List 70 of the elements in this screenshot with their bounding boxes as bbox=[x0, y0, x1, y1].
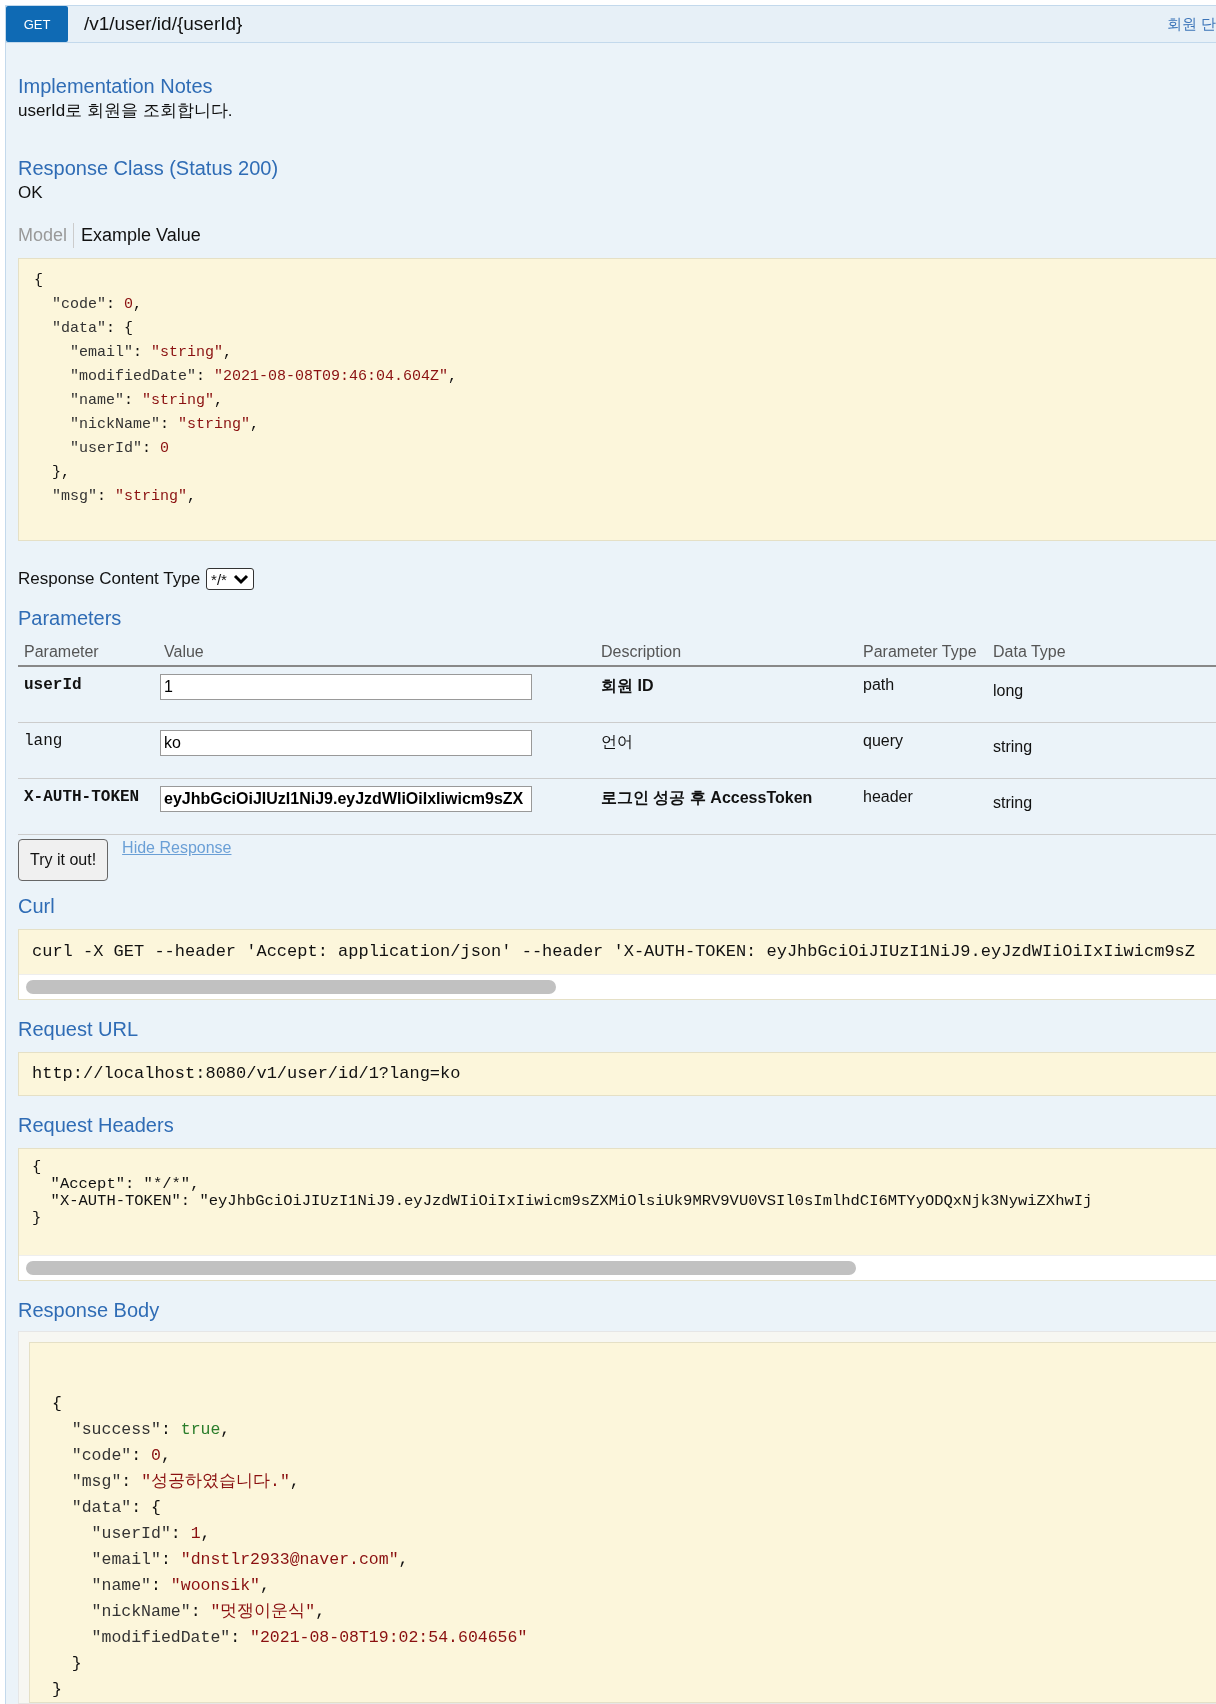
content-type-label: Response Content Type bbox=[18, 568, 201, 590]
code-line: } bbox=[32, 1210, 42, 1227]
code-line: { bbox=[34, 271, 43, 291]
section-heading: Request Headers bbox=[18, 1113, 174, 1138]
code-line: "X-AUTH-TOKEN": "eyJhbGciOiJIUzI1NiJ9.eyJzdWIiOiIxIiwicm9sZXMiOlsiUk9MRV9VU0VSIl0sImlhdCI6MTYyODQxNjk3NywiZXhwIj bbox=[49, 1193, 1093, 1210]
table-cell: path bbox=[857, 667, 987, 723]
column-header: Parameter Type bbox=[857, 639, 987, 667]
method-badge: GET bbox=[6, 6, 68, 42]
section-heading: Curl bbox=[18, 894, 55, 919]
table-cell: header bbox=[857, 779, 987, 835]
content-type-select[interactable]: */* bbox=[206, 568, 254, 590]
column-header: Description bbox=[595, 639, 857, 667]
scrollbar-track[interactable] bbox=[19, 1255, 1216, 1280]
code-line: "name": "string", bbox=[69, 391, 224, 411]
table-cell: X-AUTH-TOKEN bbox=[18, 779, 158, 835]
endpoint-path[interactable]: /v1/user/id/{userId} bbox=[84, 13, 1167, 35]
code-line: http://localhost:8080/v1/user/id/1?lang=ko bbox=[32, 1063, 461, 1085]
code-line: "code": 0, bbox=[51, 295, 143, 315]
code-line: }, bbox=[51, 463, 70, 483]
table-cell: 회원 ID bbox=[595, 667, 857, 723]
code-line: "data": { bbox=[70, 1497, 161, 1519]
code-line: "code": 0, bbox=[70, 1445, 171, 1467]
code-line: "msg": "성공하였습니다.", bbox=[70, 1471, 300, 1493]
section-heading: Request URL bbox=[18, 1017, 139, 1042]
input-field[interactable]: eyJhbGciOiJIUzI1NiJ9.eyJzdWIiOiIxIiwicm9sZX bbox=[160, 786, 532, 812]
section-heading: Implementation Notes bbox=[18, 74, 213, 99]
section-heading: Response Class (Status 200) bbox=[18, 156, 279, 181]
code-line: "nickName": "멋쟁이운식", bbox=[90, 1601, 326, 1623]
column-header: Data Type bbox=[987, 639, 1216, 667]
tab[interactable]: Example Value bbox=[73, 223, 207, 248]
code-line: curl -X GET --header 'Accept: application/json' --header 'X-AUTH-TOKEN: eyJhbGciOiJIUzI1NiJ9.eyJzdWIiOiIxIiwicm9sZ bbox=[31, 941, 1195, 963]
code-line: "email": "dnstlr2933@naver.com", bbox=[90, 1549, 409, 1571]
table-cell: long bbox=[987, 667, 1216, 723]
table-cell: string bbox=[987, 779, 1216, 835]
endpoint-summary[interactable]: 회원 단 bbox=[1166, 14, 1216, 34]
code-line: } bbox=[70, 1653, 82, 1675]
code-line: "msg": "string", bbox=[51, 487, 197, 507]
scrollbar-thumb[interactable] bbox=[26, 980, 556, 994]
status-text: OK bbox=[18, 182, 43, 204]
endpoint-header[interactable]: GET /v1/user/id/{userId} 회원 단 bbox=[5, 5, 1216, 43]
code-line: } bbox=[52, 1679, 62, 1701]
table-cell: 언어 bbox=[595, 723, 857, 779]
table-cell: query bbox=[857, 723, 987, 779]
code-line: "modifiedDate": "2021-08-08T19:02:54.604656" bbox=[90, 1627, 528, 1649]
table-cell: string bbox=[987, 723, 1216, 779]
scrollbar-thumb[interactable] bbox=[26, 1261, 856, 1275]
column-header: Value bbox=[158, 639, 595, 667]
try-it-out-button[interactable]: Try it out! bbox=[18, 839, 109, 881]
code-line: { bbox=[52, 1393, 62, 1415]
code-line: { bbox=[32, 1159, 42, 1176]
code-line: "userId": 1, bbox=[90, 1523, 211, 1545]
code-line: "modifiedDate": "2021-08-08T09:46:04.604Z", bbox=[69, 367, 458, 387]
code-line: "userId": 0 bbox=[69, 439, 170, 459]
code-line: "email": "string", bbox=[69, 343, 233, 363]
code-line: "data": { bbox=[51, 319, 134, 339]
input-field[interactable]: 1 bbox=[160, 674, 532, 700]
column-header: Parameter bbox=[18, 639, 158, 667]
table-cell: lang bbox=[18, 723, 158, 779]
input-field[interactable]: ko bbox=[160, 730, 532, 756]
code-line: "name": "woonsik", bbox=[90, 1575, 270, 1597]
chevron-down-icon bbox=[232, 573, 249, 585]
code-line: "nickName": "string", bbox=[69, 415, 260, 435]
description-text: userId로 회원을 조회합니다. bbox=[18, 100, 233, 122]
section-heading: Parameters bbox=[18, 606, 122, 631]
code-line: "Accept": "*/*", bbox=[49, 1176, 200, 1193]
section-heading: Response Body bbox=[18, 1298, 160, 1323]
code-line: "success": true, bbox=[70, 1419, 231, 1441]
table-cell: 로그인 성공 후 AccessToken bbox=[595, 779, 857, 835]
table-cell: userId bbox=[18, 667, 158, 723]
scrollbar-track[interactable] bbox=[19, 974, 1216, 999]
